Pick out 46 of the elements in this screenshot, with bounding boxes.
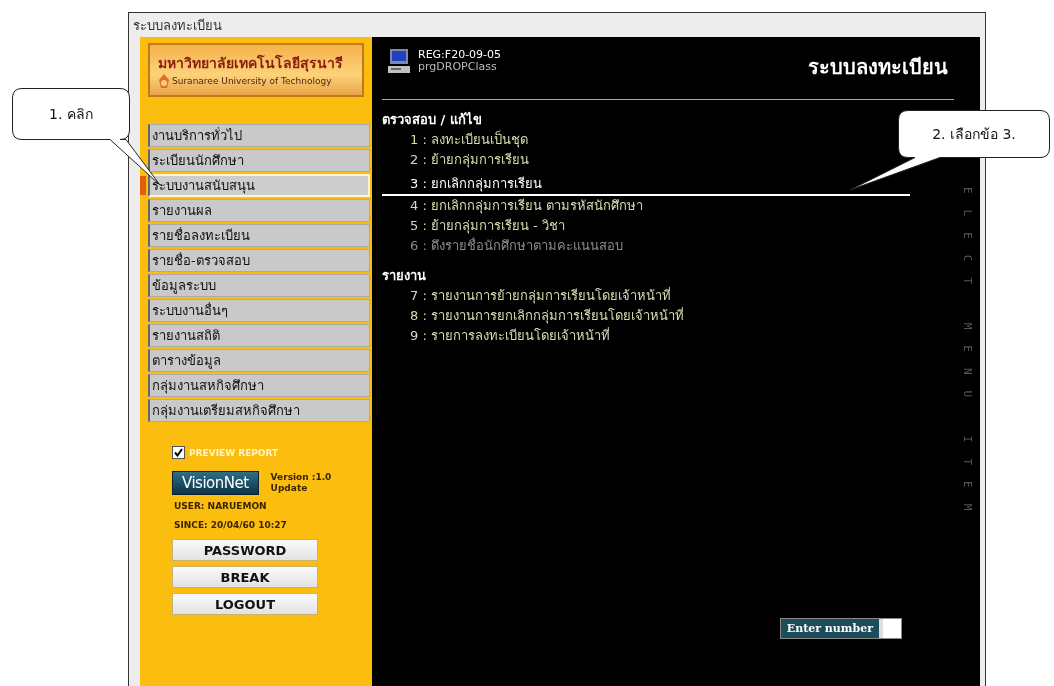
- menu-option[interactable]: 1 : ลงทะเบียนเป็นชุด: [382, 130, 528, 150]
- checkbox[interactable]: [172, 446, 185, 459]
- menu-item[interactable]: ระเบียนนักศึกษา: [148, 149, 370, 172]
- callout-text: 2. เลือกข้อ 3.: [931, 125, 1017, 144]
- sidebar-button[interactable]: BREAK: [172, 566, 318, 588]
- entry-label: Enter number: [780, 619, 879, 638]
- brand-logo: VisionNet: [172, 471, 259, 495]
- window-title: ระบบลงทะเบียน: [132, 16, 223, 35]
- menu-item[interactable]: รายชื่อลงทะเบียน: [148, 224, 370, 247]
- sidebar-button[interactable]: PASSWORD: [172, 539, 318, 561]
- menu-item[interactable]: ข้อมูลระบบ: [148, 274, 370, 297]
- menu-item[interactable]: กลุ่มงานสหกิจศึกษา: [148, 374, 370, 397]
- menu-item[interactable]: รายงานสถิติ: [148, 324, 370, 347]
- menu-item[interactable]: งานบริการทั่วไป: [148, 124, 370, 147]
- user-text: USER: NARUEMON: [174, 501, 268, 511]
- since-text: SINCE: 20/04/60 10:27: [174, 520, 288, 530]
- callout-text: 1. คลิก: [48, 105, 94, 124]
- university-name-english: Suranaree University of Technology: [172, 76, 332, 86]
- sidebar-button[interactable]: LOGOUT: [172, 593, 318, 615]
- menu-item[interactable]: รายงานผล: [148, 199, 370, 222]
- emblem-icon: [158, 74, 170, 88]
- menu-item[interactable]: กลุ่มงานเตรียมสหกิจศึกษา: [148, 399, 370, 422]
- section-heading: ตรวจสอบ / แก้ไข: [382, 111, 483, 129]
- menu-option[interactable]: 3 : ยกเลิกกลุ่มการเรียน: [382, 174, 542, 194]
- computer-icon: [388, 49, 410, 73]
- menu-option[interactable]: 7 : รายงานการย้ายกลุ่มการเรียนโดยเจ้าหน้าที่: [382, 286, 671, 306]
- number-field[interactable]: [879, 619, 901, 638]
- menu-option[interactable]: 4 : ยกเลิกกลุ่มการเรียน ตามรหัสนักศึกษา: [382, 196, 644, 216]
- menu-item[interactable]: ระบบงานอื่นๆ: [148, 299, 370, 322]
- program-name: prgDROPClass: [418, 61, 498, 73]
- selection-marker: [140, 176, 146, 195]
- menu-option[interactable]: 9 : รายการลงทะเบียนโดยเจ้าหน้าที่: [382, 326, 610, 346]
- menu-item[interactable]: ระบบงานสนับสนุน: [148, 174, 370, 197]
- university-name: มหาวิทยาลัยเทคโนโลยีสุรนารี: [158, 53, 344, 74]
- program-code: REG:F20-09-05: [418, 49, 502, 61]
- page-title: ระบบลงทะเบียน: [808, 54, 948, 81]
- vertical-caption: ELECT MENU ITEM: [960, 187, 974, 529]
- menu-option[interactable]: 5 : ย้ายกลุ่มการเรียน - วิชา: [382, 216, 565, 236]
- menu-item[interactable]: ตารางข้อมูล: [148, 349, 370, 372]
- checkbox-label: PREVIEW REPORT: [189, 447, 279, 458]
- section-heading: รายงาน: [382, 267, 427, 285]
- menu-option[interactable]: 2 : ย้ายกลุ่มการเรียน: [382, 150, 529, 170]
- menu-item[interactable]: รายชื่อ-ตรวจสอบ: [148, 249, 370, 272]
- version-text: Version :1.0: [270, 472, 332, 483]
- update-text: Update: [270, 483, 309, 494]
- menu-option[interactable]: 8 : รายงานการยกเลิกกลุ่มการเรียนโดยเจ้าหน้าที่: [382, 306, 684, 326]
